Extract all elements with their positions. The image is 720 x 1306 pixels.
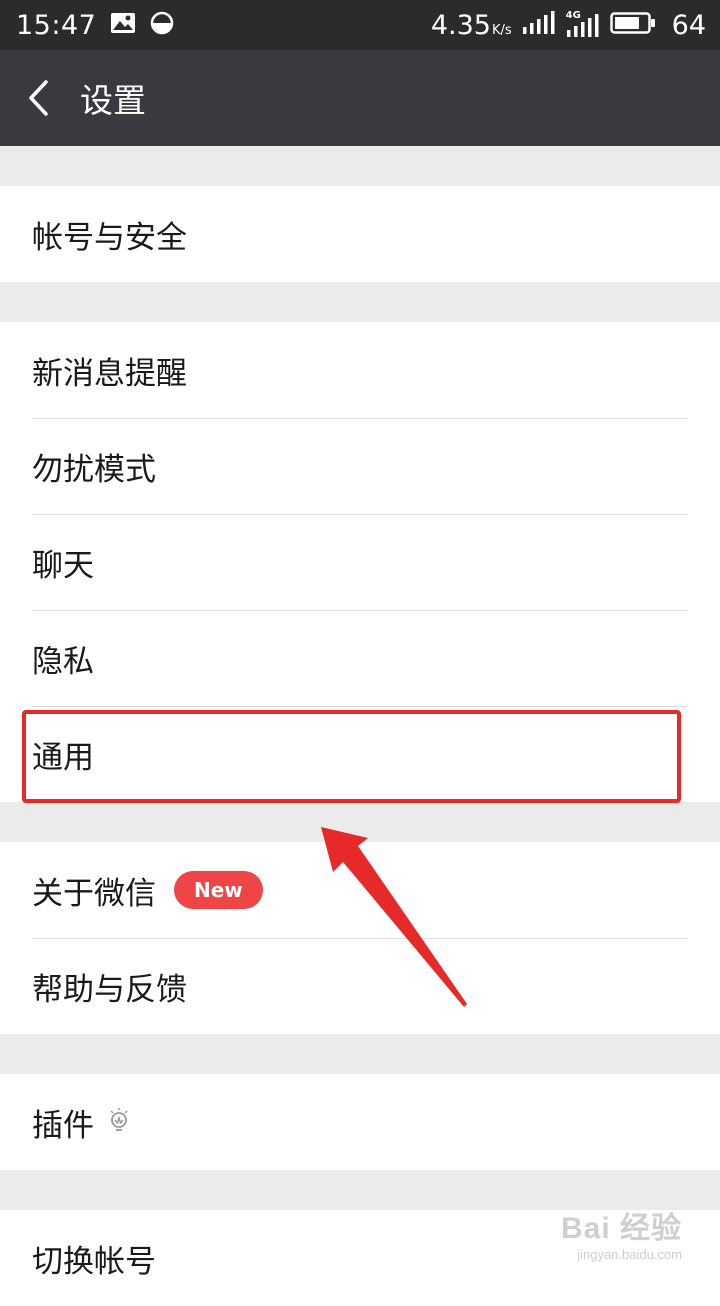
settings-item-do-not-disturb[interactable]: 勿扰模式 <box>0 418 720 514</box>
status-time: 15:47 <box>16 9 97 41</box>
settings-item-label: 隐私 <box>32 643 94 680</box>
settings-item-about-wechat[interactable]: 关于微信 New <box>0 842 720 938</box>
watermark-main: Bai 经验 <box>560 1212 682 1245</box>
network-speed: 4.35K/s <box>431 10 512 41</box>
settings-group-plugins: 插件 <box>0 1074 720 1170</box>
gallery-notification-icon <box>110 12 136 38</box>
lightbulb-icon <box>108 1108 130 1136</box>
settings-item-label: 新消息提醒 <box>32 355 187 392</box>
settings-item-account-security[interactable]: 帐号与安全 <box>0 186 720 282</box>
network-speed-unit: K/s <box>491 22 512 38</box>
settings-item-label: 帐号与安全 <box>32 219 187 256</box>
watermark-sub: jingyan.baidu.com <box>577 1247 682 1262</box>
settings-item-chat[interactable]: 聊天 <box>0 514 720 610</box>
status-right-group: 4.35K/s 4G 64 <box>431 10 706 41</box>
signal-icon <box>522 11 556 39</box>
settings-item-general[interactable]: 通用 <box>0 706 720 802</box>
settings-group-main: 新消息提醒 勿扰模式 聊天 隐私 通用 <box>0 322 720 802</box>
settings-item-plugins[interactable]: 插件 <box>0 1074 720 1170</box>
settings-item-label: 关于微信 <box>32 875 156 912</box>
settings-item-label: 勿扰模式 <box>32 451 156 488</box>
settings-group-account: 帐号与安全 <box>0 186 720 282</box>
watermark: Bai 经验 jingyan.baidu.com <box>561 1203 682 1262</box>
battery-percent: 64 <box>671 9 706 41</box>
chevron-left-icon <box>29 80 48 116</box>
settings-item-help-feedback[interactable]: 帮助与反馈 <box>0 938 720 1034</box>
settings-item-privacy[interactable]: 隐私 <box>0 610 720 706</box>
settings-item-label: 插件 <box>32 1107 94 1144</box>
signal-4g-icon: 4G <box>566 10 600 38</box>
settings-item-label: 聊天 <box>32 547 94 584</box>
settings-item-label: 通用 <box>32 739 94 776</box>
back-button[interactable] <box>0 50 76 146</box>
settings-item-label: 切换帐号 <box>32 1243 156 1280</box>
battery-icon <box>609 11 656 39</box>
page-title: 设置 <box>80 81 146 120</box>
data-saver-icon <box>150 11 174 39</box>
status-bar: 15:47 4.35K/s 4G 64 <box>0 0 720 50</box>
title-bar: 设置 <box>0 50 720 146</box>
settings-item-label: 帮助与反馈 <box>32 971 187 1008</box>
network-speed-value: 4.35 <box>430 9 491 41</box>
settings-group-about: 关于微信 New 帮助与反馈 <box>0 842 720 1034</box>
new-badge: New <box>174 871 263 909</box>
settings-item-new-message-alerts[interactable]: 新消息提醒 <box>0 322 720 418</box>
